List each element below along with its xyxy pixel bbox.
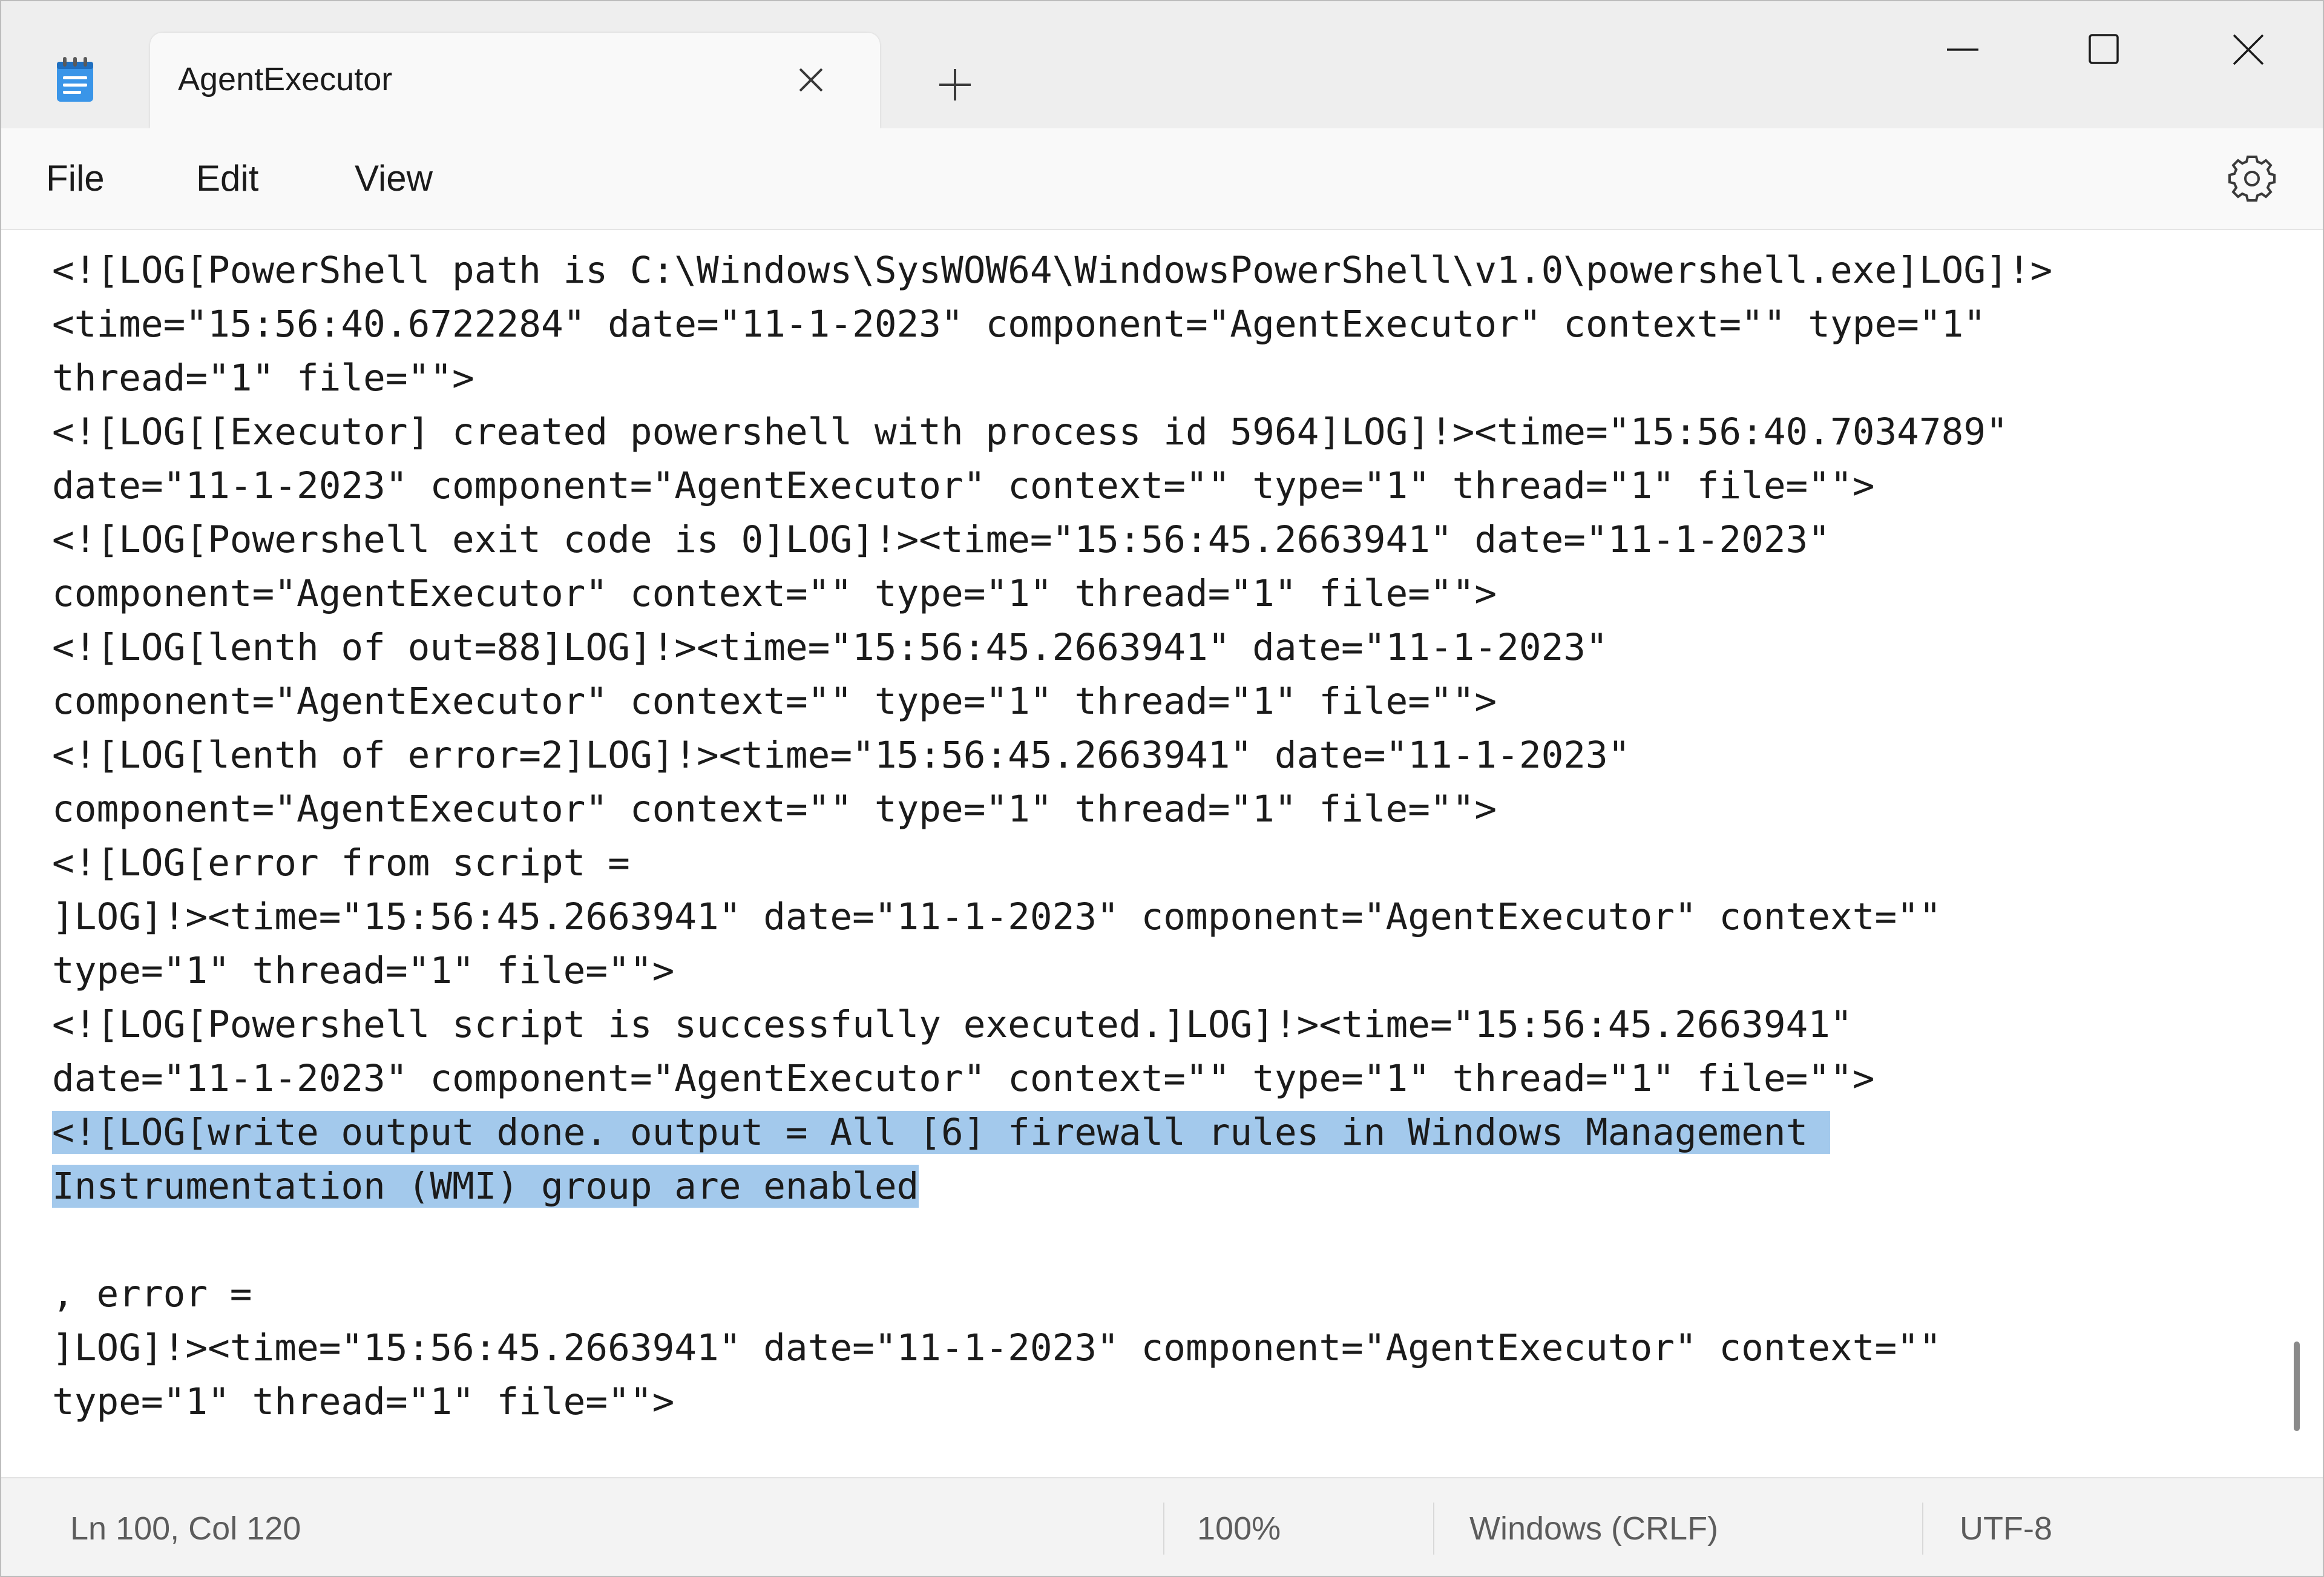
menu-edit[interactable]: Edit xyxy=(196,157,258,199)
title-bar[interactable]: AgentExecutor xyxy=(1,1,2323,128)
menu-bar: File Edit View xyxy=(1,128,2323,230)
settings-gear-icon[interactable] xyxy=(2226,153,2278,205)
text-line: thread="1" file=""> xyxy=(52,357,474,400)
text-line: component="AgentExecutor" context="" typ… xyxy=(52,788,1497,831)
status-zoom[interactable]: 100% xyxy=(1197,1510,1281,1547)
text-line: date="11-1-2023" component="AgentExecuto… xyxy=(52,1057,1875,1100)
text-line: component="AgentExecutor" context="" typ… xyxy=(52,680,1497,723)
status-cursor-position[interactable]: Ln 100, Col 120 xyxy=(70,1510,301,1547)
selected-text-line: <![LOG[write output done. output = All [… xyxy=(52,1111,1831,1154)
text-line: component="AgentExecutor" context="" typ… xyxy=(52,572,1497,615)
notepad-window: AgentExecutor File Edit View <![LOG[Powe… xyxy=(0,0,2324,1577)
text-line: , error = xyxy=(52,1272,252,1315)
close-icon xyxy=(2233,34,2264,65)
tab-agentexecutor[interactable]: AgentExecutor xyxy=(150,33,880,128)
text-line: type="1" thread="1" file=""> xyxy=(52,949,675,992)
notepad-icon xyxy=(54,56,96,104)
maximize-button[interactable] xyxy=(2059,19,2150,80)
status-encoding[interactable]: UTF-8 xyxy=(1960,1510,2052,1547)
text-line: ]LOG]!><time="15:56:45.2663941" date="11… xyxy=(52,1326,1942,1369)
text-line: <![LOG[Powershell exit code is 0]LOG]!><… xyxy=(52,518,1831,561)
selected-text-line: Instrumentation (WMI) group are enabled xyxy=(52,1165,919,1208)
text-line: <![LOG[lenth of error=2]LOG]!><time="15:… xyxy=(52,734,1630,777)
close-window-button[interactable] xyxy=(2203,19,2294,80)
text-line: type="1" thread="1" file=""> xyxy=(52,1380,675,1423)
text-line: date="11-1-2023" component="AgentExecuto… xyxy=(52,464,1875,507)
tab-title: AgentExecutor xyxy=(178,61,393,97)
menu-file[interactable]: File xyxy=(46,157,105,199)
status-divider xyxy=(1922,1503,1923,1555)
minimize-button[interactable] xyxy=(1917,19,2008,80)
status-line-ending[interactable]: Windows (CRLF) xyxy=(1469,1510,1718,1547)
maximize-icon xyxy=(2089,34,2119,64)
minimize-icon xyxy=(1947,48,1978,51)
text-editor[interactable]: <![LOG[PowerShell path is C:\Windows\Sys… xyxy=(1,230,2323,1477)
status-bar: Ln 100, Col 120 100% Windows (CRLF) UTF-… xyxy=(1,1477,2323,1576)
text-line: <![LOG[[Executor] created powershell wit… xyxy=(52,410,2008,453)
text-line: <![LOG[PowerShell path is C:\Windows\Sys… xyxy=(52,249,2053,292)
editor-text[interactable]: <![LOG[PowerShell path is C:\Windows\Sys… xyxy=(52,243,2052,1429)
text-line: <![LOG[lenth of out=88]LOG]!><time="15:5… xyxy=(52,626,1608,669)
vertical-scrollbar-thumb[interactable] xyxy=(2294,1342,2300,1431)
text-line: <![LOG[error from script = xyxy=(52,841,630,884)
tab-close-icon[interactable] xyxy=(794,63,828,97)
menu-view[interactable]: View xyxy=(355,157,433,199)
text-line: <![LOG[Powershell script is successfully… xyxy=(52,1003,1853,1046)
text-line: <time="15:56:40.6722284" date="11-1-2023… xyxy=(52,303,1986,346)
status-divider xyxy=(1163,1503,1164,1555)
new-tab-plus-icon[interactable] xyxy=(933,63,977,107)
text-line: ]LOG]!><time="15:56:45.2663941" date="11… xyxy=(52,895,1942,938)
status-divider xyxy=(1433,1503,1434,1555)
